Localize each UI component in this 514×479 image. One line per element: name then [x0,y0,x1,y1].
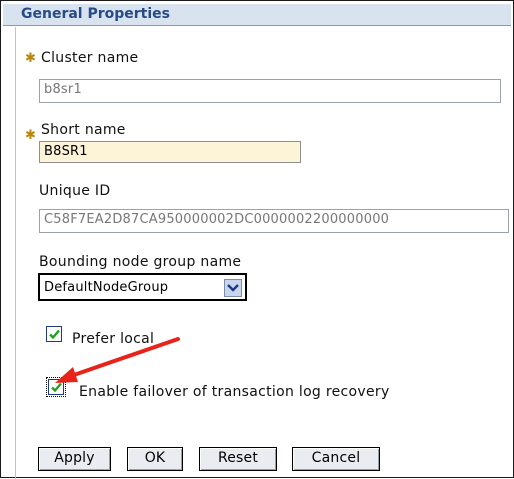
short-name-label: Short name [41,122,126,138]
section-header: General Properties [3,4,511,26]
cancel-button[interactable]: Cancel [292,447,380,471]
section-title: General Properties [21,6,170,22]
unique-id-field[interactable]: C58F7EA2D87CA950000002DC0000002200000000 [39,209,509,233]
bounding-node-group-select[interactable]: DefaultNodeGroup [38,273,247,301]
properties-panel: General Properties ✱ Cluster name b8sr1 … [0,0,514,479]
bounding-node-group-label: Bounding node group name [39,254,242,270]
cluster-name-label: Cluster name [41,50,139,66]
reset-button[interactable]: Reset [199,447,277,471]
cluster-name-field[interactable]: b8sr1 [39,79,501,103]
apply-button[interactable]: Apply [38,447,111,471]
bounding-node-group-value: DefaultNodeGroup [44,280,169,295]
required-asterisk-icon: ✱ [25,128,36,143]
ok-button[interactable]: OK [127,447,183,471]
short-name-field[interactable]: B8SR1 [39,141,301,163]
red-arrow-icon [55,337,180,383]
chevron-down-icon[interactable] [224,279,242,297]
unique-id-label: Unique ID [39,183,111,199]
section-left-rule [15,27,16,479]
required-asterisk-icon: ✱ [25,51,36,66]
